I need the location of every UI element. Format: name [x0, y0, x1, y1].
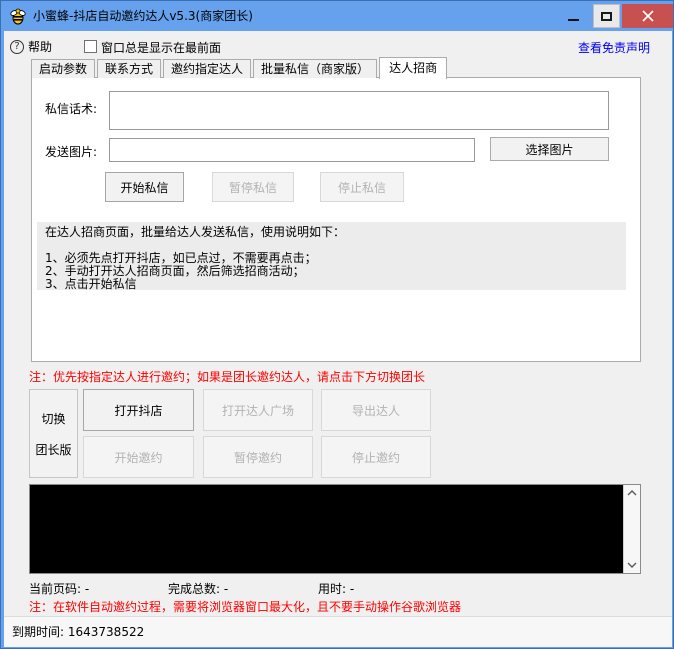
- help-button[interactable]: ? 帮助: [10, 38, 52, 55]
- browser-maximize-note: 注：在软件自动邀约过程，需要将浏览器窗口最大化，且不要手动操作谷歌浏览器: [29, 598, 461, 615]
- switch-leader-button[interactable]: 切换 团长版: [29, 389, 78, 478]
- minimize-icon: [568, 19, 579, 21]
- choose-image-button[interactable]: 选择图片: [490, 137, 609, 161]
- switch-leader-label-line1: 切换: [41, 410, 65, 427]
- elapsed-time-value: -: [350, 582, 354, 596]
- topmost-checkbox[interactable]: [84, 40, 97, 53]
- open-shop-button[interactable]: 打开抖店: [83, 389, 194, 431]
- minimize-button[interactable]: [557, 4, 589, 28]
- titlebar: 小蜜蜂-抖店自动邀约达人v5.3(商家团长): [1, 1, 674, 31]
- tab-contact-method[interactable]: 联系方式: [97, 59, 161, 78]
- window-title: 小蜜蜂-抖店自动邀约达人v5.3(商家团长): [33, 1, 253, 31]
- app-window: 小蜜蜂-抖店自动邀约达人v5.3(商家团长) ? 帮助 窗口总是显示在最前面 查…: [0, 0, 674, 649]
- message-script-textarea[interactable]: [109, 91, 609, 130]
- elapsed-time-status: 用时: -: [318, 580, 354, 597]
- question-icon: ?: [10, 40, 24, 54]
- tab-talent-recruit[interactable]: 达人招商: [379, 57, 447, 79]
- chevron-up-icon: [627, 490, 637, 496]
- window-body: ? 帮助 窗口总是显示在最前面 查看免责声明 启动参数 联系方式 邀约指定达人 …: [4, 31, 672, 647]
- current-page-value: -: [85, 582, 89, 596]
- message-script-label: 私信话术:: [45, 100, 97, 117]
- pause-message-button[interactable]: 暂停私信: [212, 172, 294, 202]
- scroll-up-button[interactable]: [624, 485, 640, 501]
- help-label: 帮助: [28, 38, 52, 55]
- completed-total-value: -: [224, 582, 228, 596]
- talent-recruit-panel: 私信话术: 发送图片: 选择图片 开始私信 暂停私信 停止私信 在达人招商页面，…: [31, 77, 641, 362]
- close-icon: [642, 10, 654, 22]
- scroll-down-button[interactable]: [624, 557, 640, 573]
- export-talent-button[interactable]: 导出达人: [321, 389, 431, 431]
- console-scrollbar[interactable]: [623, 485, 640, 573]
- completed-total-status: 完成总数: -: [168, 580, 228, 597]
- send-image-label: 发送图片:: [45, 143, 97, 160]
- expiry-time-value: 1643738522: [68, 625, 144, 639]
- close-button[interactable]: [622, 4, 674, 28]
- open-talent-plaza-button[interactable]: 打开达人广场: [203, 389, 313, 431]
- pause-invite-button[interactable]: 暂停邀约: [203, 436, 313, 478]
- stop-invite-button[interactable]: 停止邀约: [321, 436, 431, 478]
- expiry-time: 到期时间: 1643738522: [12, 617, 144, 647]
- tab-start-params[interactable]: 启动参数: [31, 59, 95, 78]
- bee-icon: [9, 7, 27, 25]
- statusbar: 到期时间: 1643738522: [4, 616, 672, 647]
- send-image-input[interactable]: [109, 138, 475, 162]
- maximize-button[interactable]: [593, 4, 620, 28]
- instructions-box: 在达人招商页面，批量给达人发送私信，使用说明如下： 1、必须先点打开抖店，如已点…: [37, 222, 626, 290]
- instruction-step: 3、点击开始私信: [45, 278, 618, 291]
- current-page-label: 当前页码:: [29, 582, 81, 596]
- start-message-button[interactable]: 开始私信: [105, 172, 184, 202]
- topmost-checkbox-label: 窗口总是显示在最前面: [101, 39, 221, 56]
- disclaimer-link[interactable]: 查看免责声明: [578, 39, 650, 56]
- tab-invite-specified[interactable]: 邀约指定达人: [163, 59, 251, 78]
- maximize-icon: [601, 12, 612, 21]
- start-invite-button[interactable]: 开始邀约: [83, 436, 194, 478]
- tab-strip: 启动参数 联系方式 邀约指定达人 批量私信（商家版） 达人招商: [31, 56, 449, 78]
- expiry-time-label: 到期时间:: [12, 625, 64, 639]
- log-console: [29, 484, 641, 574]
- instructions-title: 在达人招商页面，批量给达人发送私信，使用说明如下：: [45, 226, 618, 239]
- completed-total-label: 完成总数:: [168, 582, 220, 596]
- stop-message-button[interactable]: 停止私信: [320, 172, 404, 202]
- chevron-down-icon: [627, 562, 637, 568]
- switch-leader-label-line2: 团长版: [35, 441, 71, 458]
- elapsed-time-label: 用时:: [318, 582, 346, 596]
- current-page-status: 当前页码: -: [29, 580, 89, 597]
- invite-priority-note: 注：优先按指定达人进行邀约；如果是团长邀约达人，请点击下方切换团长: [29, 368, 425, 385]
- tab-batch-message[interactable]: 批量私信（商家版）: [253, 59, 377, 78]
